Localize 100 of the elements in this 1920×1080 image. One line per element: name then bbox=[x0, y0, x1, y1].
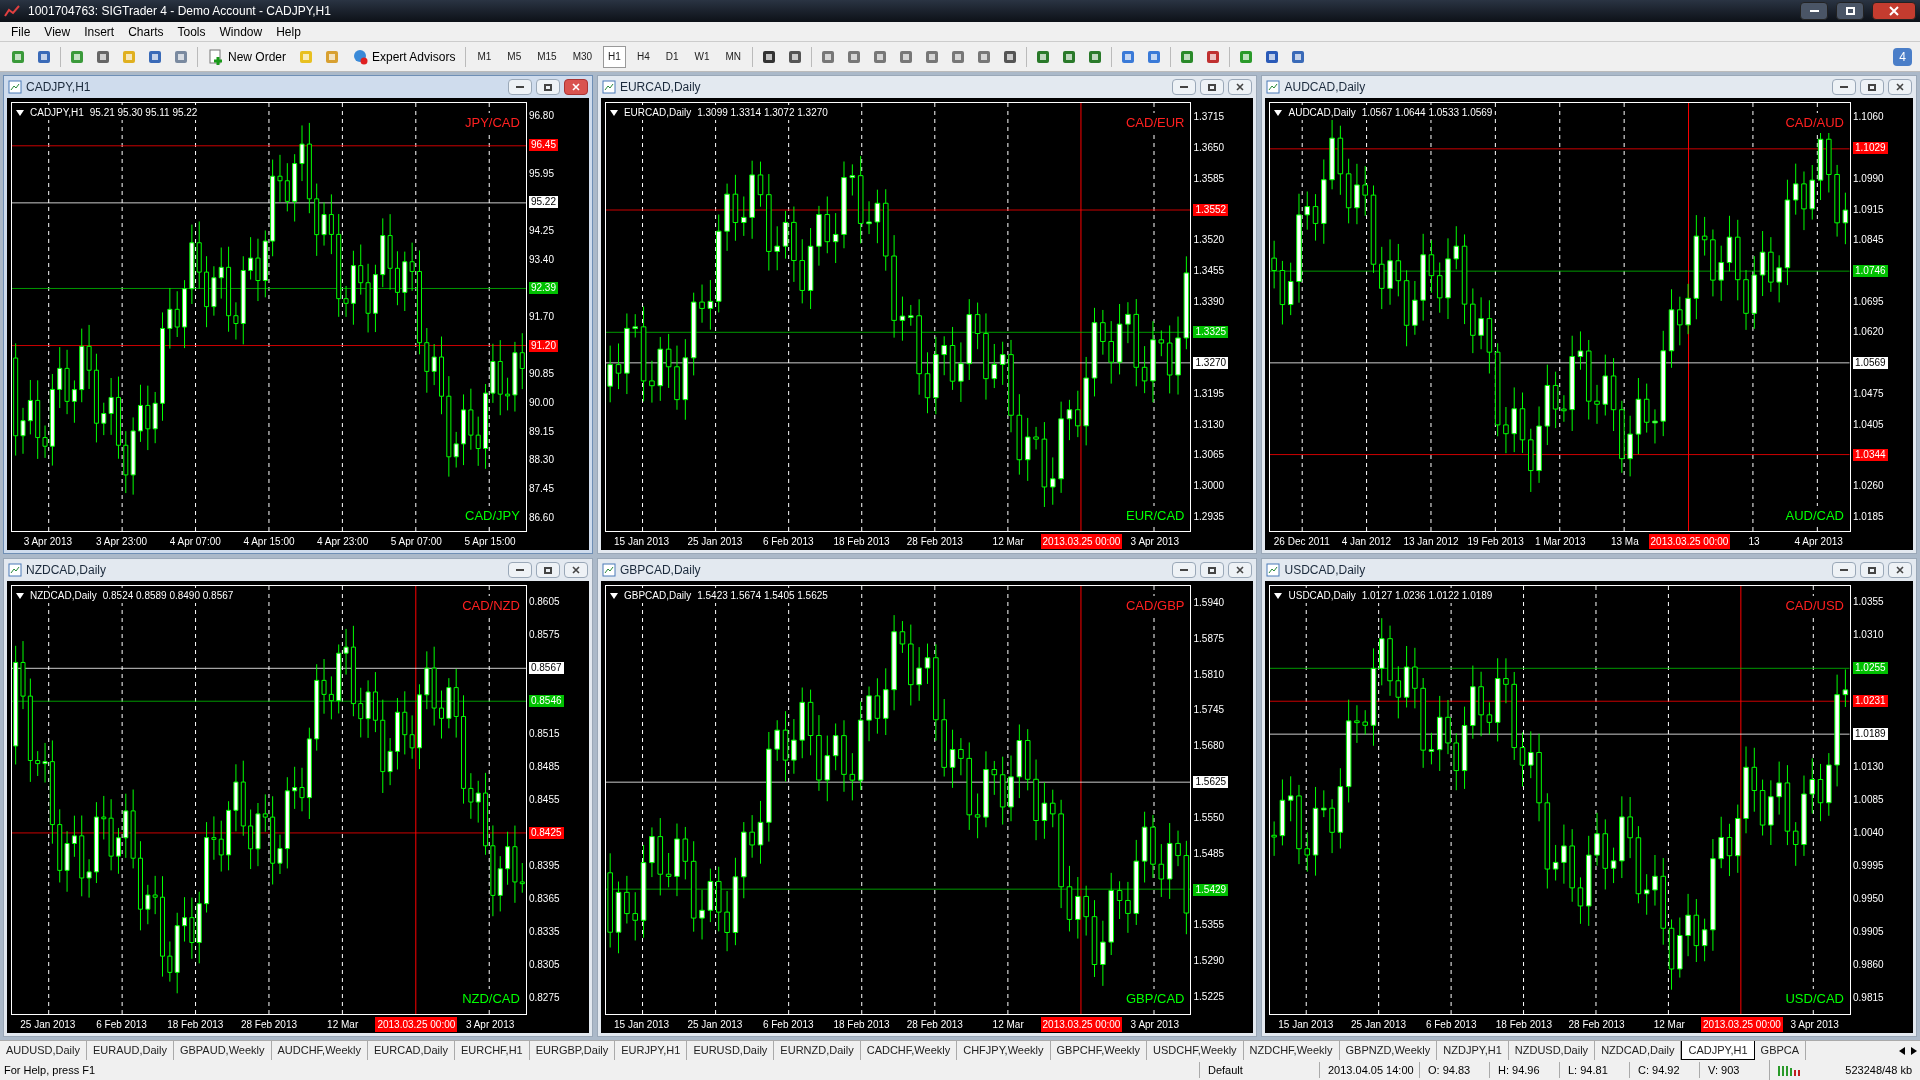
chart-window-icon bbox=[1266, 563, 1281, 577]
maximize-button[interactable] bbox=[1200, 562, 1225, 578]
chart-tab[interactable]: CADJPY,H1 bbox=[1681, 1041, 1755, 1060]
pair-label: CAD/JPY bbox=[465, 505, 520, 525]
price-marker: 0.8425 bbox=[528, 827, 564, 840]
chart-symbol: USDCAD,Daily bbox=[1288, 589, 1356, 603]
minimize-button[interactable] bbox=[507, 79, 532, 95]
time-tick-label: 12 Mar bbox=[1653, 1017, 1685, 1032]
maximize-button[interactable] bbox=[1860, 79, 1884, 95]
menu-item[interactable]: Charts bbox=[121, 22, 171, 41]
maximize-button[interactable] bbox=[535, 562, 560, 578]
dropdown-caret-icon[interactable] bbox=[1274, 592, 1283, 599]
minimize-button[interactable] bbox=[1832, 562, 1856, 578]
pair-label: JPY/CAD bbox=[465, 113, 520, 133]
pair-label: GBP/CAD bbox=[1125, 988, 1185, 1008]
timeframe-button[interactable]: M5 bbox=[502, 45, 527, 68]
price-tick-label: 88.30 bbox=[528, 454, 554, 467]
menu-item[interactable]: Help bbox=[269, 22, 308, 41]
time-tick-label: 5 Apr 07:00 bbox=[390, 534, 442, 549]
time-tick-label: 25 Jan 2013 bbox=[687, 1017, 743, 1032]
chart-window-title: NZDCAD,Daily bbox=[26, 562, 107, 579]
price-marker: 1.5429 bbox=[1193, 883, 1229, 896]
new-order-button[interactable]: New Order bbox=[204, 47, 290, 66]
time-tick-label: 28 Feb 2013 bbox=[906, 534, 963, 549]
price-tick-label: 96.80 bbox=[528, 110, 554, 123]
price-tick-label: 0.9995 bbox=[1853, 860, 1884, 873]
minimize-button[interactable] bbox=[507, 562, 532, 578]
timeframe-button[interactable]: H4 bbox=[631, 45, 655, 68]
minimize-button[interactable] bbox=[1172, 79, 1197, 95]
pair-label: USD/CAD bbox=[1785, 988, 1844, 1008]
close-icon bbox=[1889, 6, 1899, 16]
notification-badge[interactable]: 4 bbox=[1893, 47, 1912, 66]
dropdown-caret-icon[interactable] bbox=[16, 592, 24, 599]
close-button[interactable] bbox=[1888, 562, 1912, 578]
close-button[interactable] bbox=[1228, 562, 1253, 578]
time-tick-label: 1 Mar 2013 bbox=[1534, 534, 1586, 549]
maximize-button[interactable] bbox=[1200, 79, 1225, 95]
price-tick-label: 93.40 bbox=[528, 253, 554, 266]
price-tick-label: 0.8275 bbox=[528, 992, 560, 1005]
close-button[interactable] bbox=[1888, 79, 1912, 95]
price-tick-label: 1.3455 bbox=[1193, 264, 1225, 277]
price-tick-label: 95.95 bbox=[528, 167, 554, 180]
expert-advisors-button[interactable]: Expert Advisors bbox=[348, 47, 460, 66]
maximize-button[interactable] bbox=[1836, 2, 1864, 20]
time-tick-label: 25 Jan 2013 bbox=[1351, 1017, 1407, 1032]
cursor-date-label: 2013.03.25 00:00 bbox=[375, 1016, 458, 1032]
pair-label: CAD/USD bbox=[1785, 596, 1844, 616]
price-tick-label: 1.5680 bbox=[1193, 740, 1225, 753]
minimize-button[interactable] bbox=[1832, 79, 1856, 95]
pair-label: EUR/CAD bbox=[1125, 505, 1185, 525]
dropdown-caret-icon[interactable] bbox=[16, 109, 24, 116]
chart-window-icon bbox=[8, 563, 22, 577]
price-tick-label: 0.8575 bbox=[528, 628, 560, 641]
chart-window-title: CADJPY,H1 bbox=[26, 79, 92, 96]
menu-item[interactable]: File bbox=[4, 22, 38, 41]
dropdown-caret-icon[interactable] bbox=[609, 592, 618, 599]
maximize-button[interactable] bbox=[1860, 562, 1884, 578]
price-tick-label: 1.0355 bbox=[1853, 595, 1884, 608]
minimize-button[interactable] bbox=[1800, 2, 1828, 20]
menu-item[interactable]: Insert bbox=[77, 22, 122, 41]
timeframe-button[interactable]: H1 bbox=[603, 45, 626, 68]
price-marker: 1.3270 bbox=[1193, 357, 1229, 370]
timeframe-button[interactable]: M1 bbox=[472, 45, 497, 68]
dropdown-caret-icon[interactable] bbox=[1274, 109, 1283, 116]
price-tick-label: 1.5940 bbox=[1193, 596, 1225, 609]
time-tick-label: 3 Apr 2013 bbox=[465, 1017, 515, 1032]
menu-item[interactable]: Window bbox=[212, 22, 270, 41]
close-icon bbox=[571, 566, 580, 574]
timeframe-button[interactable]: M30 bbox=[567, 45, 598, 68]
time-tick-label: 6 Feb 2013 bbox=[96, 1017, 147, 1032]
maximize-button[interactable] bbox=[535, 79, 560, 95]
menu-item[interactable]: View bbox=[37, 22, 78, 41]
chart-symbol: EURCAD,Daily bbox=[623, 106, 692, 120]
time-tick-label: 3 Apr 2013 bbox=[1790, 1017, 1839, 1032]
pair-label: CAD/AUD bbox=[1785, 113, 1844, 133]
timeframe-button[interactable]: W1 bbox=[689, 45, 715, 68]
dropdown-caret-icon[interactable] bbox=[609, 109, 618, 116]
price-tick-label: 1.5875 bbox=[1193, 632, 1225, 645]
price-tick-label: 1.3390 bbox=[1193, 295, 1225, 308]
price-tick-label: 1.3715 bbox=[1193, 111, 1225, 124]
price-tick-label: 1.3585 bbox=[1193, 172, 1225, 185]
price-tick-label: 0.8605 bbox=[528, 595, 560, 608]
status-low: L: 94.81 bbox=[1559, 1061, 1629, 1079]
status-high: H: 94.96 bbox=[1489, 1061, 1559, 1079]
close-button[interactable] bbox=[1872, 2, 1916, 20]
minimize-button[interactable] bbox=[1172, 562, 1197, 578]
time-tick-label: 28 Feb 2013 bbox=[1568, 1017, 1625, 1032]
timeframe-button[interactable]: MN bbox=[720, 45, 747, 68]
price-tick-label: 0.9815 bbox=[1853, 992, 1884, 1005]
chart-symbol: AUDCAD,Daily bbox=[1288, 106, 1356, 120]
timeframe-button[interactable]: M15 bbox=[532, 45, 562, 68]
menu-item[interactable]: Tools bbox=[170, 22, 213, 41]
time-tick-label: 4 Apr 15:00 bbox=[243, 534, 295, 549]
price-tick-label: 90.85 bbox=[528, 368, 554, 381]
chart-window-icon bbox=[601, 563, 616, 577]
time-tick-label: 6 Feb 2013 bbox=[762, 534, 814, 549]
close-button[interactable] bbox=[563, 79, 588, 95]
close-button[interactable] bbox=[1228, 79, 1253, 95]
close-button[interactable] bbox=[563, 562, 588, 578]
timeframe-button[interactable]: D1 bbox=[660, 45, 684, 68]
